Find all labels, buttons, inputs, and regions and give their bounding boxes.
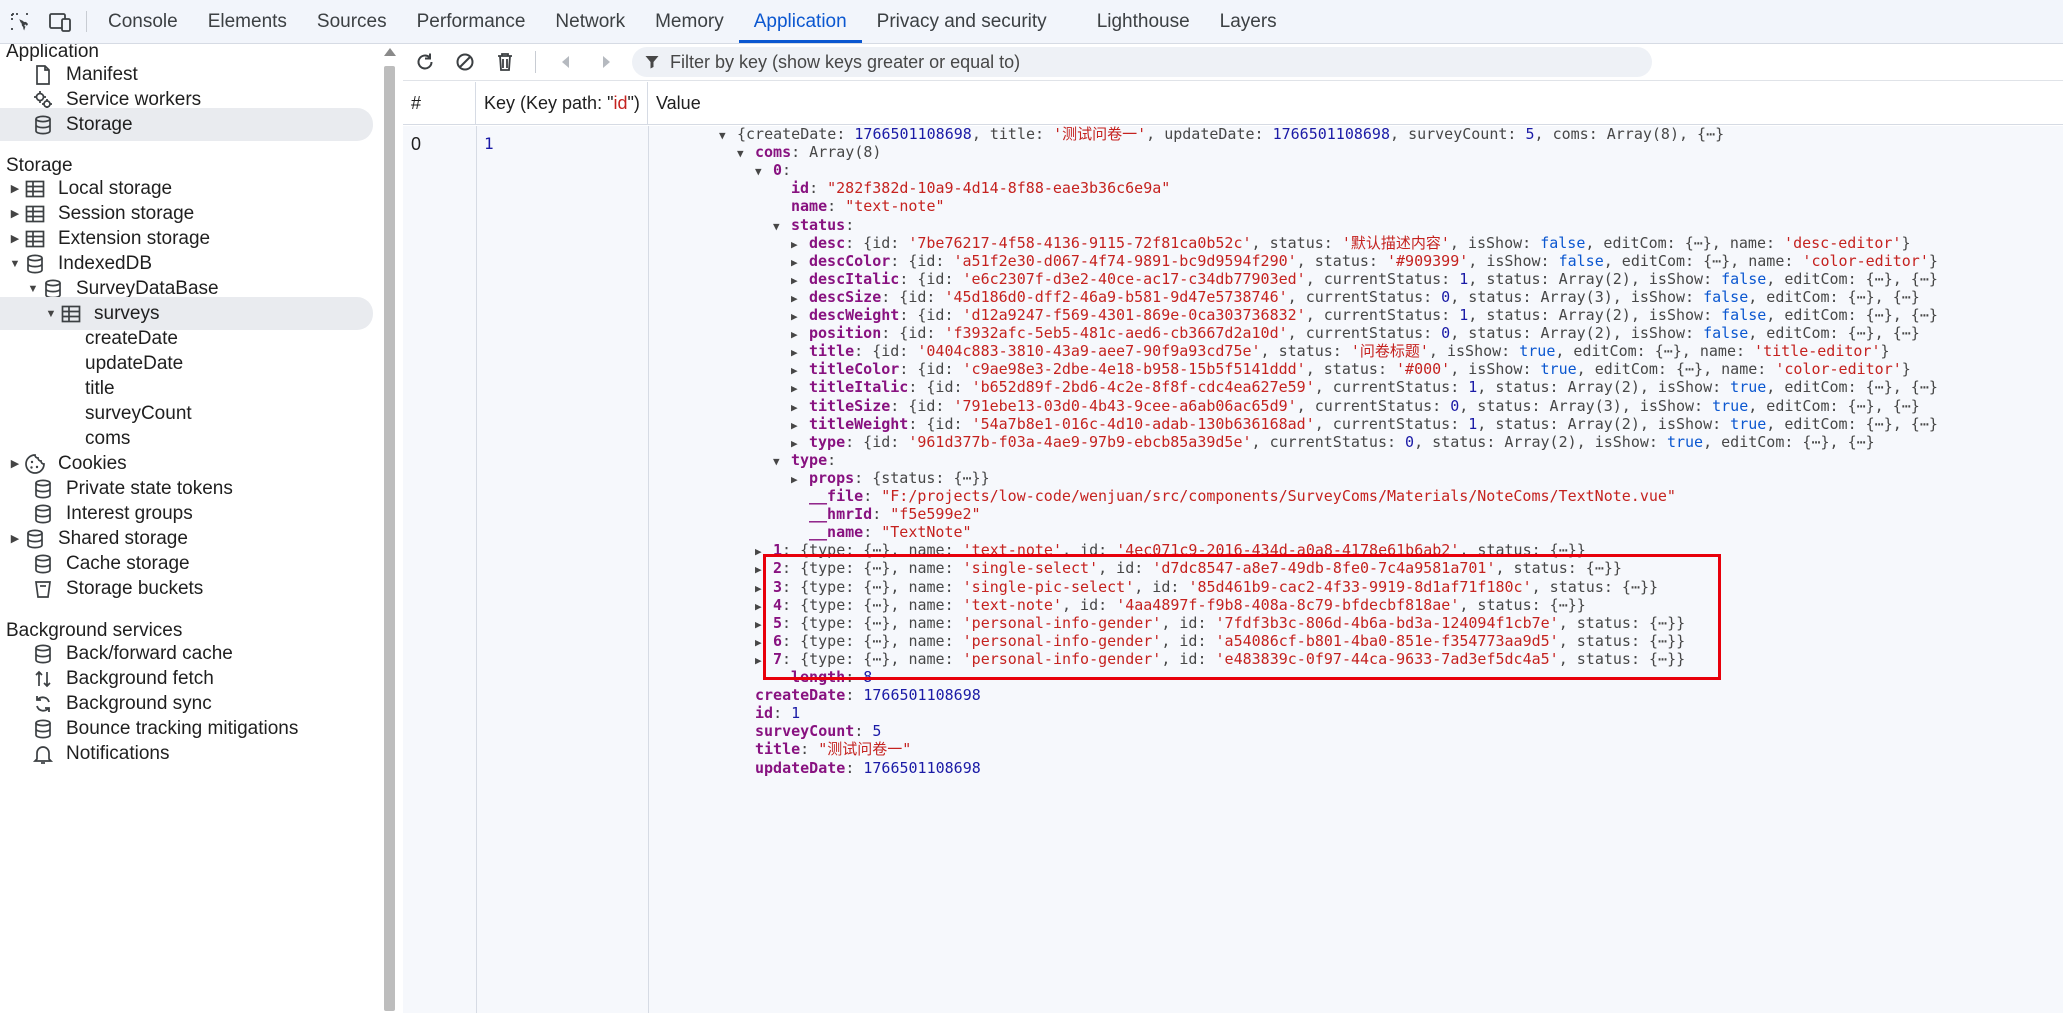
property-value: 1766501108698 bbox=[1272, 125, 1390, 143]
tree-node[interactable]: ▼ 0: bbox=[755, 159, 791, 181]
filter-input[interactable]: Filter by key (show keys greater or equa… bbox=[632, 47, 1652, 77]
property-value: : bbox=[845, 686, 864, 705]
property-value: , bbox=[1146, 125, 1165, 143]
property-value: true bbox=[1666, 432, 1704, 451]
expand-triangle-open-icon[interactable]: ▼ bbox=[26, 283, 40, 295]
tab-console[interactable]: Console bbox=[93, 0, 193, 43]
tab-sources[interactable]: Sources bbox=[302, 0, 402, 43]
sidebar-item-storage-buckets[interactable]: Storage buckets bbox=[0, 572, 203, 605]
inspect-element-icon[interactable] bbox=[0, 0, 40, 43]
collapse-arrow-icon[interactable]: ▼ bbox=[719, 125, 737, 147]
property-value: '961d377b-f03a-4ae9-97b9-ebcb85a39d5e' bbox=[908, 432, 1252, 451]
bell-icon bbox=[30, 742, 56, 766]
next-page-icon[interactable] bbox=[586, 45, 626, 79]
property-value: '测试问卷一' bbox=[1053, 125, 1147, 143]
column-header-value[interactable]: Value bbox=[648, 82, 2063, 125]
property-value: , currentStatus: bbox=[1251, 432, 1406, 451]
property-value: : Array(8), {⋯} bbox=[1588, 125, 1725, 143]
bucket-icon bbox=[30, 577, 56, 601]
property-key: updateDate bbox=[1164, 125, 1255, 143]
previous-page-icon[interactable] bbox=[546, 45, 586, 79]
property-value: , bbox=[1390, 125, 1409, 143]
tab-lighthouse[interactable]: Lighthouse bbox=[1082, 0, 1205, 43]
sidebar-item-label: Storage bbox=[66, 113, 133, 135]
tab-performance[interactable]: Performance bbox=[402, 0, 541, 43]
property-key: surveyCount bbox=[1408, 125, 1508, 143]
expand-triangle-closed-icon[interactable]: ▶ bbox=[8, 182, 22, 195]
property-value: , bbox=[1534, 125, 1553, 143]
sidebar-item-notifications[interactable]: Notifications bbox=[0, 737, 170, 770]
property-key: coms bbox=[1552, 125, 1589, 143]
property-value: 5 bbox=[1525, 125, 1535, 143]
expand-triangle-closed-icon[interactable]: ▶ bbox=[8, 232, 22, 245]
property-value: : bbox=[1507, 125, 1526, 143]
row-key: 1 bbox=[484, 134, 494, 153]
column-header-index[interactable]: # bbox=[403, 82, 476, 125]
delete-selected-icon[interactable] bbox=[485, 45, 525, 79]
property-value: : bbox=[782, 161, 792, 180]
expand-triangle-open-icon[interactable]: ▼ bbox=[8, 258, 22, 270]
property-key: title bbox=[989, 125, 1036, 143]
tab-elements[interactable]: Elements bbox=[193, 0, 302, 43]
property-value: , bbox=[971, 125, 990, 143]
panel-tabs: Console Elements Sources Performance Network… bbox=[93, 0, 1292, 43]
property-value: : {id: bbox=[845, 432, 909, 451]
devtools-tab-bar: Console Elements Sources Performance Network… bbox=[0, 0, 2063, 44]
collapse-arrow-icon[interactable]: ▼ bbox=[755, 161, 773, 183]
sidebar-item-label: Notifications bbox=[66, 742, 170, 764]
tab-layers[interactable]: Layers bbox=[1205, 0, 1292, 43]
tree-node[interactable]: ▶ type: {id: '961d377b-f03a-4ae9-97b9-eb… bbox=[791, 431, 1875, 453]
column-header-key[interactable]: Key (Key path: " id ") bbox=[476, 82, 648, 125]
tree-node[interactable]: updateDate: 1766501108698 bbox=[755, 757, 981, 779]
property-value: "F:/projects/low-code/wenjuan/src/compon… bbox=[881, 487, 1676, 505]
data-toolbar: Filter by key (show keys greater or equa… bbox=[403, 44, 2063, 81]
property-value: : bbox=[1035, 125, 1054, 143]
collapse-arrow-icon[interactable]: ▼ bbox=[773, 451, 791, 473]
property-value: : bbox=[845, 758, 864, 777]
expand-triangle-closed-icon[interactable]: ▶ bbox=[8, 207, 22, 220]
collapse-arrow-icon[interactable]: ▼ bbox=[773, 216, 791, 238]
sidebar-item-label: Storage buckets bbox=[66, 577, 204, 599]
sidebar-item-storage[interactable]: Storage bbox=[0, 108, 373, 141]
application-sidebar: Application Manifest Service workers Storag… bbox=[0, 44, 381, 1013]
filter-placeholder: Filter by key (show keys greater or equa… bbox=[670, 51, 1021, 72]
property-value: , status: Array(2), isShow: bbox=[1414, 432, 1667, 451]
property-key: updateDate bbox=[755, 758, 846, 777]
table-header: # Key (Key path: " id ") Value bbox=[403, 82, 2063, 125]
property-value: 1766501108698 bbox=[863, 686, 981, 705]
database-icon bbox=[30, 113, 56, 137]
property-value: : bbox=[1254, 125, 1273, 143]
sidebar-scrollbar[interactable] bbox=[383, 44, 396, 1013]
expand-triangle-closed-icon[interactable]: ▶ bbox=[8, 532, 22, 545]
property-value: 1766501108698 bbox=[863, 758, 981, 777]
property-value: : Array(8) bbox=[791, 143, 882, 162]
refresh-icon[interactable] bbox=[405, 45, 445, 79]
property-value: "text-note" bbox=[845, 197, 945, 216]
highlight-box bbox=[763, 554, 1721, 680]
tab-memory[interactable]: Memory bbox=[640, 0, 739, 43]
expand-arrow-icon[interactable]: ▶ bbox=[791, 469, 809, 491]
filter-icon bbox=[645, 56, 659, 69]
tab-privacy-and-security[interactable]: Privacy and security bbox=[862, 0, 1062, 43]
device-toolbar-icon[interactable] bbox=[40, 0, 80, 43]
clear-object-store-icon[interactable] bbox=[445, 45, 485, 79]
property-key: 0 bbox=[773, 161, 783, 180]
tab-application[interactable]: Application bbox=[738, 0, 862, 43]
property-value: , editCom: {⋯}, {⋯} bbox=[1703, 432, 1875, 451]
tab-network[interactable]: Network bbox=[540, 0, 640, 43]
expand-triangle-closed-icon[interactable]: ▶ bbox=[8, 457, 22, 470]
expand-triangle-open-icon[interactable]: ▼ bbox=[44, 308, 58, 320]
collapse-arrow-icon[interactable]: ▼ bbox=[737, 143, 755, 165]
row-index: 0 bbox=[411, 134, 422, 154]
indexeddb-data-view: Filter by key (show keys greater or equa… bbox=[403, 44, 2063, 1013]
property-value: 0 bbox=[1405, 432, 1415, 451]
